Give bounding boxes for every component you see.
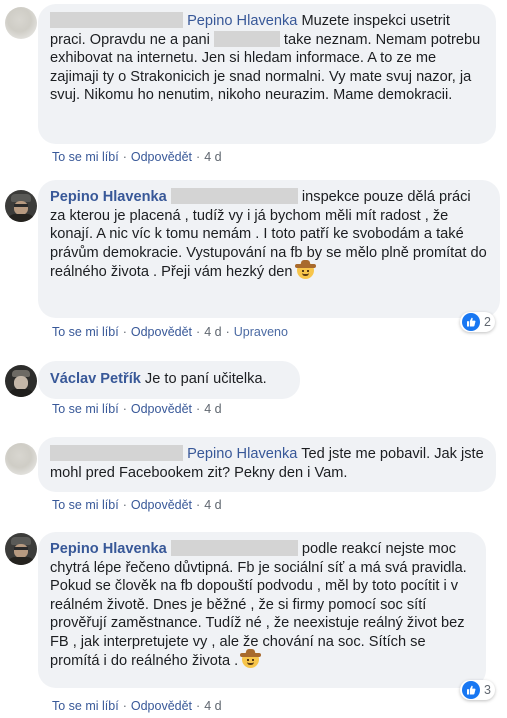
comment-time[interactable]: 4 d	[204, 699, 221, 713]
reaction-count: 3	[484, 683, 491, 697]
comment-time[interactable]: 4 d	[204, 402, 221, 416]
reply-link[interactable]: Odpovědět	[131, 699, 192, 713]
comment-actions: To se mi líbí · Odpovědět · 4 d	[52, 498, 222, 512]
comment-author[interactable]: Pepino Hlavenka	[50, 541, 167, 557]
separator: ·	[196, 402, 201, 416]
separator: ·	[122, 150, 127, 164]
separator: ·	[196, 325, 201, 339]
redacted-name	[170, 188, 298, 204]
comment-actions: To se mi líbí · Odpovědět · 4 d · Upraveno	[52, 325, 288, 339]
redacted-name	[213, 30, 280, 47]
reaction-count-badge[interactable]: 3	[460, 680, 495, 700]
comment-author[interactable]: Václav Petřík	[50, 371, 141, 387]
comment-actions: To se mi líbí · Odpovědět · 4 d	[52, 402, 222, 416]
like-link[interactable]: To se mi líbí	[52, 325, 119, 339]
comment-bubble: Pepino Hlavenka inspekce pouze dělá prác…	[38, 180, 500, 318]
avatar[interactable]	[5, 365, 37, 397]
like-link[interactable]: To se mi líbí	[52, 402, 119, 416]
separator: ·	[225, 325, 230, 339]
comment-author[interactable]: Pepino Hlavenka	[187, 13, 297, 29]
redacted-name	[50, 445, 183, 461]
comment-time[interactable]: 4 d	[204, 498, 221, 512]
avatar[interactable]	[5, 190, 37, 222]
separator: ·	[196, 699, 201, 713]
comment-actions: To se mi líbí · Odpovědět · 4 d	[52, 150, 222, 164]
comment-author[interactable]: Pepino Hlavenka	[50, 189, 167, 205]
reply-link[interactable]: Odpovědět	[131, 498, 192, 512]
comment-time[interactable]: 4 d	[204, 325, 221, 339]
reply-link[interactable]: Odpovědět	[131, 325, 192, 339]
edited-label[interactable]: Upraveno	[234, 325, 288, 339]
reply-link[interactable]: Odpovědět	[131, 150, 192, 164]
avatar[interactable]	[5, 533, 37, 565]
comment-author[interactable]: Pepino Hlavenka	[187, 446, 297, 462]
separator: ·	[196, 498, 201, 512]
comment-bubble: Pepino Hlavenka podle reakcí nejste moc …	[38, 532, 486, 688]
comment-bubble: Pepino Hlavenka Muzete inspekci usetrit …	[38, 4, 496, 144]
comment-text: Je to paní učitelka.	[140, 371, 267, 387]
reaction-count: 2	[484, 315, 491, 329]
reply-link[interactable]: Odpovědět	[131, 402, 192, 416]
like-reaction-icon	[462, 313, 480, 331]
cowboy-emoji-icon	[240, 649, 262, 668]
separator: ·	[122, 325, 127, 339]
redacted-name	[50, 12, 183, 28]
separator: ·	[196, 150, 201, 164]
separator: ·	[122, 402, 127, 416]
separator: ·	[122, 498, 127, 512]
comment-actions: To se mi líbí · Odpovědět · 4 d	[52, 699, 222, 713]
comment-time[interactable]: 4 d	[204, 150, 221, 164]
comment-bubble: Pepino Hlavenka Ted jste me pobavil. Jak…	[38, 437, 496, 492]
avatar[interactable]	[5, 443, 37, 475]
comment-text: podle reakcí nejste moc chytrá lépe řeče…	[50, 541, 467, 669]
cowboy-emoji-icon	[294, 260, 316, 279]
avatar[interactable]	[5, 7, 37, 39]
like-link[interactable]: To se mi líbí	[52, 699, 119, 713]
comment-bubble: Václav Petřík Je to paní učitelka.	[38, 361, 300, 399]
separator: ·	[122, 699, 127, 713]
like-link[interactable]: To se mi líbí	[52, 498, 119, 512]
like-reaction-icon	[462, 681, 480, 699]
like-link[interactable]: To se mi líbí	[52, 150, 119, 164]
reaction-count-badge[interactable]: 2	[460, 312, 495, 332]
redacted-name	[170, 540, 298, 556]
